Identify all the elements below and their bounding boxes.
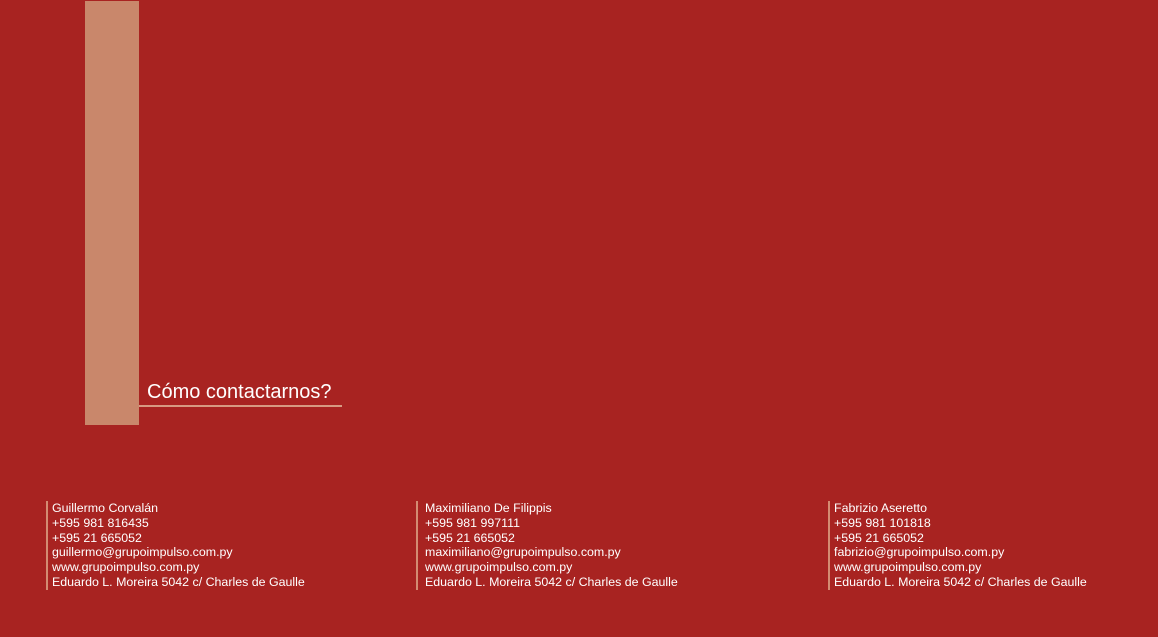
- contact-card-fabrizio: Fabrizio Aseretto +595 981 101818 +595 2…: [828, 501, 1087, 590]
- contact-website[interactable]: www.grupoimpulso.com.py: [834, 560, 1087, 575]
- contact-address: Eduardo L. Moreira 5042 c/ Charles de Ga…: [52, 574, 305, 589]
- title-underline: [139, 405, 342, 407]
- contact-website[interactable]: www.grupoimpulso.com.py: [425, 560, 678, 575]
- contact-address: Eduardo L. Moreira 5042 c/ Charles de Ga…: [834, 574, 1087, 589]
- contact-mobile[interactable]: +595 981 997111: [425, 516, 678, 531]
- contact-mobile[interactable]: +595 981 816435: [52, 516, 305, 531]
- contact-phone[interactable]: +595 21 665052: [834, 531, 1087, 546]
- contact-phone[interactable]: +595 21 665052: [425, 531, 678, 546]
- contact-mobile[interactable]: +595 981 101818: [834, 516, 1087, 531]
- contact-email[interactable]: guillermo@grupoimpulso.com.py: [52, 545, 305, 560]
- contact-email[interactable]: maximiliano@grupoimpulso.com.py: [425, 545, 678, 560]
- contact-card-guillermo: Guillermo Corvalán +595 981 816435 +595 …: [46, 501, 305, 590]
- contact-name: Guillermo Corvalán: [52, 501, 159, 515]
- accent-bar: [85, 1, 139, 425]
- contact-card-maximiliano: Maximiliano De Filippis +595 981 997111 …: [416, 501, 678, 590]
- contact-email[interactable]: fabrizio@grupoimpulso.com.py: [834, 545, 1087, 560]
- contact-website[interactable]: www.grupoimpulso.com.py: [52, 560, 305, 575]
- contact-address: Eduardo L. Moreira 5042 c/ Charles de Ga…: [425, 574, 678, 589]
- page-title: Cómo contactarnos?: [147, 381, 332, 403]
- contact-name: Fabrizio Aseretto: [834, 501, 927, 515]
- contact-name: Maximiliano De Filippis: [425, 501, 552, 515]
- contact-phone[interactable]: +595 21 665052: [52, 531, 305, 546]
